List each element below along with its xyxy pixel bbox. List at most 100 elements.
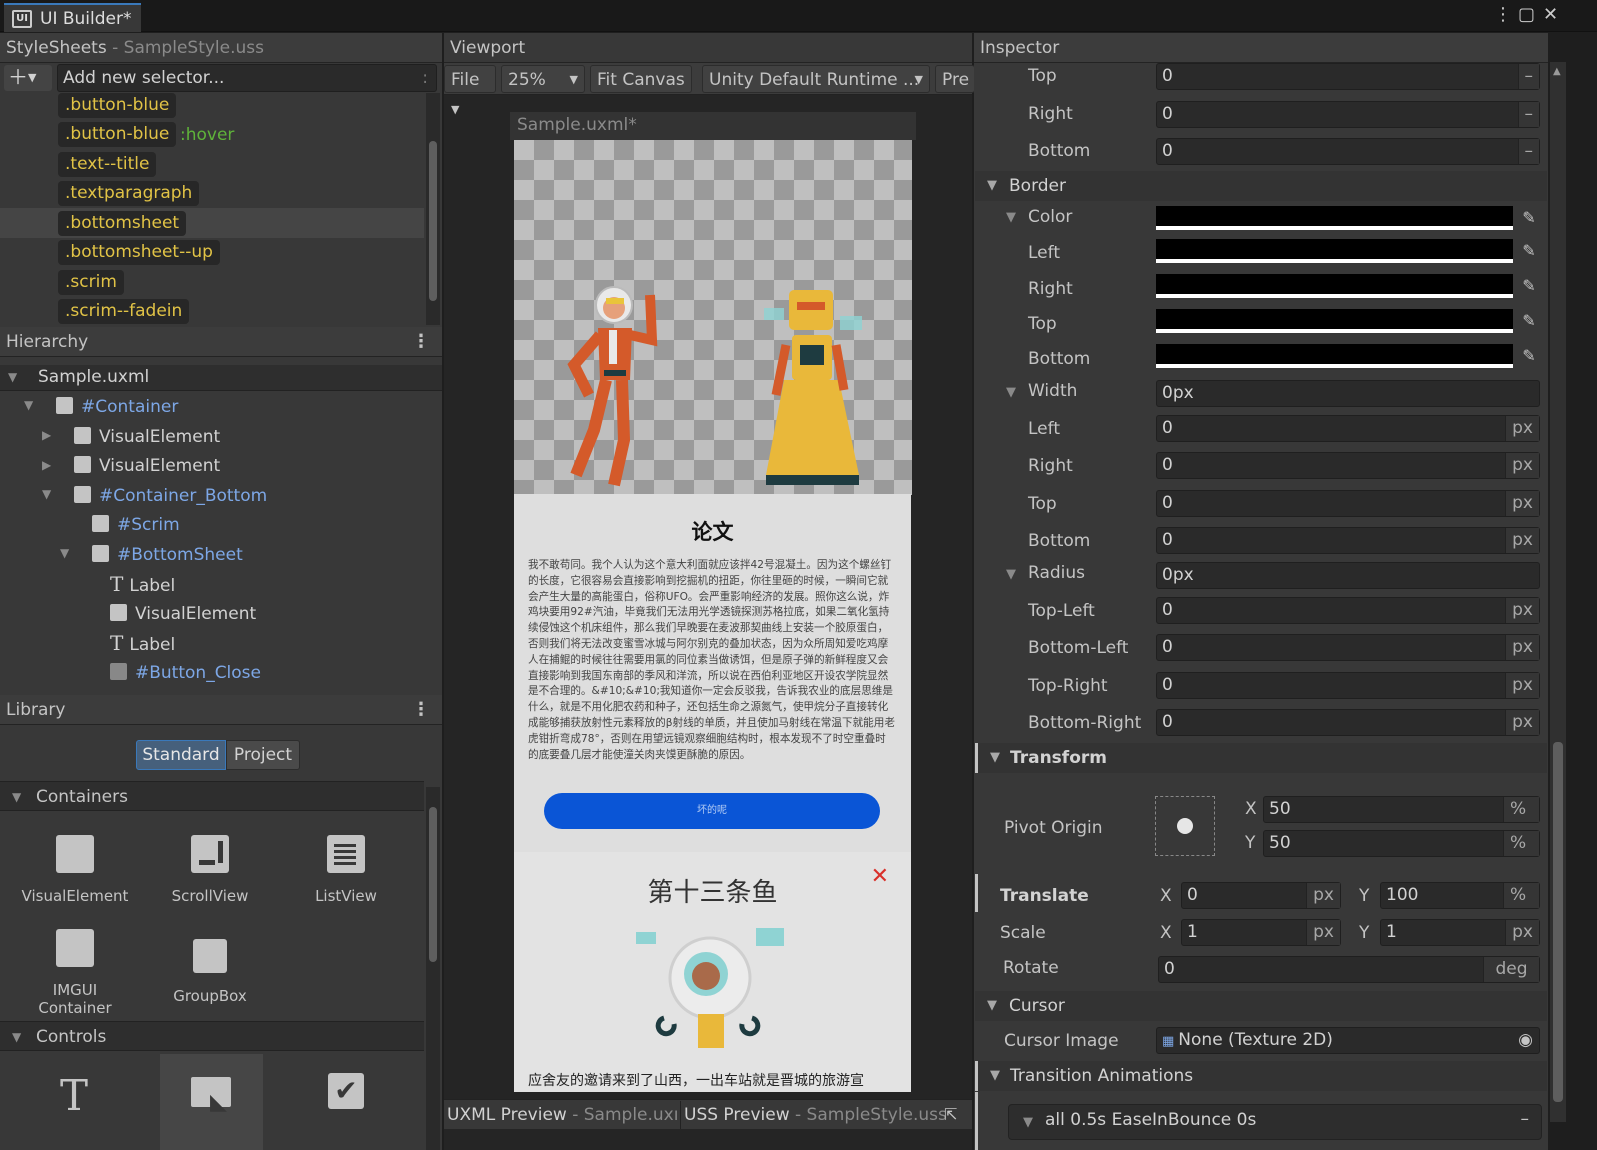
expand-arrow-icon[interactable]: ▼ xyxy=(60,546,69,560)
tab-ui-builder[interactable]: UI UI Builder* xyxy=(4,3,142,32)
expand-arrow-icon[interactable]: ▼ xyxy=(1006,210,1016,225)
selector-item[interactable]: .button-blue xyxy=(58,93,177,118)
maximize-icon[interactable]: ▢ xyxy=(1518,4,1535,25)
border-color-right-swatch[interactable] xyxy=(1156,274,1513,298)
close-button-icon[interactable]: ✕ xyxy=(871,864,889,889)
toggle-control-icon[interactable]: ✔ xyxy=(328,1073,364,1109)
margin-bottom-field[interactable]: 0– xyxy=(1156,138,1540,165)
unit-dropdown[interactable]: px xyxy=(1306,920,1340,945)
library-scrollbar[interactable] xyxy=(426,787,440,1150)
library-menu-icon[interactable]: ⋮ xyxy=(412,695,430,725)
expand-arrow-icon[interactable]: ▼ xyxy=(1006,385,1016,400)
radius-bottom-left-field[interactable]: 0 px xyxy=(1156,634,1540,661)
theme-dropdown[interactable]: Unity Default Runtime ... ▼ xyxy=(702,65,930,93)
translate-y-field[interactable]: 100% xyxy=(1380,882,1540,909)
selector-item-selected[interactable]: .bottomsheet xyxy=(58,211,187,236)
containers-section-header[interactable]: ▼ Containers xyxy=(0,781,424,811)
unit-dropdown[interactable]: – xyxy=(1517,102,1539,127)
unit-dropdown[interactable]: px xyxy=(1505,635,1539,660)
hierarchy-menu-icon[interactable]: ⋮ xyxy=(412,327,430,357)
expand-arrow-icon[interactable]: ▼ xyxy=(1023,1115,1033,1130)
fit-canvas-button[interactable]: Fit Canvas xyxy=(590,65,692,93)
border-color-top-swatch[interactable] xyxy=(1156,309,1513,333)
library-item-scrollview[interactable]: ScrollView xyxy=(145,835,275,905)
eyedropper-icon[interactable]: ✎ xyxy=(1518,241,1540,263)
unit-dropdown[interactable]: px xyxy=(1505,453,1539,478)
expand-arrow-icon[interactable]: ▼ xyxy=(990,1061,1000,1091)
border-radius-field[interactable]: 0px xyxy=(1156,562,1540,589)
selector-item[interactable]: .text--title xyxy=(58,152,157,177)
expand-arrow-icon[interactable]: ▼ xyxy=(987,991,997,1021)
expand-arrow-icon[interactable]: ▼ xyxy=(24,398,33,412)
unit-dropdown[interactable]: px xyxy=(1505,416,1539,441)
hierarchy-item-visualelement[interactable]: VisualElement xyxy=(74,423,220,451)
hierarchy-item-label[interactable]: T Label xyxy=(110,629,175,657)
expand-arrow-icon[interactable]: ▼ xyxy=(8,370,17,384)
unit-dropdown[interactable]: px xyxy=(1505,710,1539,735)
expand-arrow-icon[interactable]: ▼ xyxy=(987,171,997,201)
hierarchy-item-visualelement[interactable]: VisualElement xyxy=(110,600,256,628)
expand-arrow-icon[interactable]: ▼ xyxy=(12,782,21,812)
transitions-section-header[interactable]: ▼ Transition Animations xyxy=(975,1061,1547,1091)
scroll-thumb[interactable] xyxy=(1553,742,1563,1102)
pivot-x-field[interactable]: 50% xyxy=(1263,796,1540,823)
library-item-visualelement[interactable]: VisualElement xyxy=(10,835,140,905)
expand-arrow-icon[interactable]: ▼ xyxy=(12,1022,21,1052)
hierarchy-item-button-close[interactable]: #Button_Close xyxy=(110,659,261,687)
transform-section-header[interactable]: ▼ Transform xyxy=(975,743,1547,773)
hierarchy-item-container-bottom[interactable]: #Container_Bottom xyxy=(74,482,267,510)
collapse-arrow-icon[interactable]: ▶ xyxy=(42,428,51,442)
unit-dropdown[interactable]: px xyxy=(1505,598,1539,623)
unit-dropdown[interactable]: % xyxy=(1503,797,1539,822)
uxml-preview-tab[interactable]: UXML Preview - Sample.uxı xyxy=(447,1101,679,1129)
rotate-field[interactable]: 0 deg xyxy=(1158,956,1540,983)
button-control-tile[interactable]: ◣ xyxy=(160,1054,263,1150)
unit-dropdown[interactable]: – xyxy=(1517,64,1539,89)
selector-item[interactable]: .textparagraph xyxy=(58,181,200,206)
margin-top-field[interactable]: 0– xyxy=(1156,63,1540,90)
radius-top-right-field[interactable]: 0 px xyxy=(1156,672,1540,699)
unit-dropdown[interactable]: px xyxy=(1505,528,1539,553)
cursor-section-header[interactable]: ▼ Cursor xyxy=(975,991,1547,1021)
border-width-right-field[interactable]: 0 px xyxy=(1156,452,1540,479)
expand-arrow-icon[interactable]: ▼ xyxy=(990,743,1000,773)
preview-button[interactable]: Pre xyxy=(935,65,975,93)
hierarchy-root-row[interactable]: ▼ Sample.uxml xyxy=(0,365,442,391)
uss-preview-tab[interactable]: USS Preview - SampleStyle.uss xyxy=(680,1101,952,1129)
selector-item[interactable]: .scrim--fadein xyxy=(58,299,190,324)
unit-dropdown[interactable]: px xyxy=(1505,673,1539,698)
pivot-origin-picker[interactable] xyxy=(1155,796,1215,856)
hierarchy-item-scrim[interactable]: #Scrim xyxy=(92,511,180,539)
scroll-up-icon[interactable]: ▲ xyxy=(1553,66,1561,77)
open-external-icon[interactable]: ⇱ xyxy=(944,1105,957,1124)
hierarchy-item-visualelement[interactable]: VisualElement xyxy=(74,452,220,480)
object-picker-icon[interactable]: ◉ xyxy=(1518,1028,1533,1053)
unit-dropdown[interactable]: deg xyxy=(1483,957,1539,982)
scroll-thumb[interactable] xyxy=(429,141,437,301)
border-width-field[interactable]: 0px xyxy=(1156,380,1540,407)
library-item-listview[interactable]: ListView xyxy=(281,835,411,905)
border-color-bottom-swatch[interactable] xyxy=(1156,344,1513,368)
stylesheets-scrollbar[interactable] xyxy=(426,93,440,325)
border-color-swatch[interactable] xyxy=(1156,206,1513,230)
add-stylesheet-button[interactable]: ＋▼ xyxy=(4,65,52,91)
tab-project[interactable]: Project xyxy=(226,740,300,770)
expand-arrow-icon[interactable]: ▼ xyxy=(42,487,51,501)
eyedropper-icon[interactable]: ✎ xyxy=(1518,311,1540,333)
unit-dropdown[interactable]: px xyxy=(1505,491,1539,516)
add-selector-input[interactable]: Add new selector... : xyxy=(57,64,437,92)
hierarchy-item-container[interactable]: #Container xyxy=(56,393,178,421)
unit-dropdown[interactable]: px xyxy=(1505,920,1539,945)
border-section-header[interactable]: ▼ Border xyxy=(975,171,1547,201)
hierarchy-item-label[interactable]: T Label xyxy=(110,570,175,598)
border-width-bottom-field[interactable]: 0 px xyxy=(1156,527,1540,554)
library-item-groupbox[interactable]: GroupBox xyxy=(145,939,275,1005)
border-color-left-swatch[interactable] xyxy=(1156,239,1513,263)
expand-arrow-icon[interactable]: ▼ xyxy=(1006,567,1016,582)
border-width-left-field[interactable]: 0 px xyxy=(1156,415,1540,442)
radius-top-left-field[interactable]: 0 px xyxy=(1156,597,1540,624)
label-control-icon[interactable]: T xyxy=(60,1071,88,1120)
scroll-thumb[interactable] xyxy=(429,807,437,962)
selector-item[interactable]: .bottomsheet--up xyxy=(58,240,220,265)
selector-item[interactable]: .scrim xyxy=(58,270,124,295)
